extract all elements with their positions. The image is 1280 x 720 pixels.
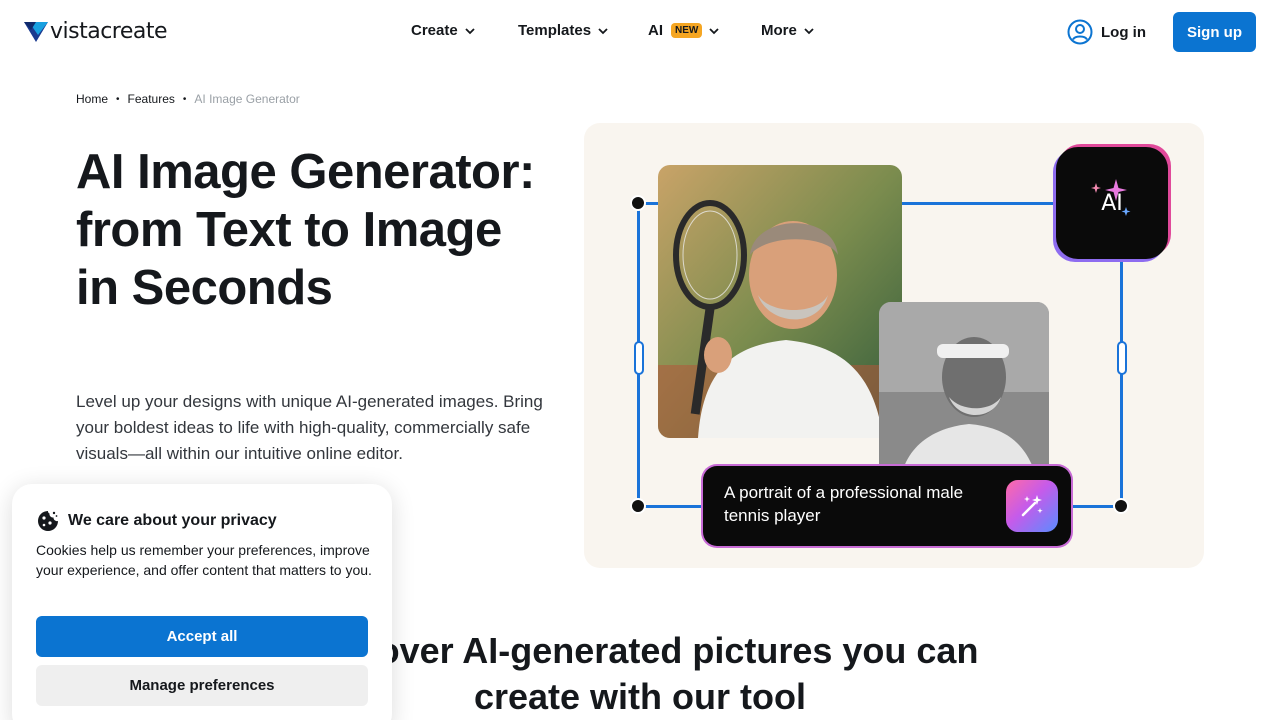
- frame-side-handle: [634, 341, 644, 375]
- cookie-banner: We care about your privacy Cookies help …: [12, 484, 392, 720]
- signup-button[interactable]: Sign up: [1173, 12, 1256, 52]
- nav-create-label: Create: [411, 22, 458, 39]
- frame-corner-dot: [630, 195, 646, 211]
- login-label: Log in: [1101, 23, 1146, 41]
- chevron-down-icon: [465, 27, 475, 34]
- breadcrumb-home[interactable]: Home: [76, 92, 108, 106]
- bw-portrait-photo: [879, 302, 1049, 487]
- hero-description: Level up your designs with unique AI-gen…: [76, 392, 543, 463]
- user-icon: [1067, 19, 1093, 45]
- page-title: AI Image Generator: from Text to Image i…: [76, 145, 535, 315]
- generated-photo-bw: [879, 302, 1049, 487]
- nav-ai-label: AI: [648, 22, 663, 39]
- ai-tile-label: AI: [1101, 191, 1123, 216]
- generate-button: [1006, 480, 1058, 532]
- nav-templates[interactable]: Templates: [518, 22, 609, 39]
- section-title-line1: Discover AI-generated pictures you can: [301, 630, 979, 671]
- nav-templates-label: Templates: [518, 22, 592, 39]
- generated-photo-color: [658, 165, 902, 438]
- breadcrumb-current: AI Image Generator: [194, 92, 300, 106]
- chevron-down-icon: [804, 27, 814, 34]
- site-header: vistacreate Create Templates AI NEW More…: [0, 0, 1280, 64]
- nav-more[interactable]: More: [761, 22, 815, 39]
- chevron-down-icon: [709, 27, 719, 34]
- frame-side-handle: [1117, 341, 1127, 375]
- accept-all-button[interactable]: Accept all: [36, 616, 368, 657]
- nav-ai[interactable]: AI NEW: [648, 22, 720, 39]
- hero-illustration: AI A portrait of a professional male ten…: [584, 123, 1204, 568]
- prompt-text: A portrait of a professional male tennis…: [724, 483, 964, 525]
- breadcrumb-separator: •: [182, 93, 187, 105]
- cookie-icon: [38, 511, 58, 531]
- frame-corner-dot: [630, 498, 646, 514]
- manage-preferences-button[interactable]: Manage preferences: [36, 665, 368, 706]
- ai-badge-tile: AI: [1056, 147, 1168, 259]
- cookie-title: We care about your privacy: [68, 512, 277, 529]
- cookie-body: Cookies help us remember your preference…: [36, 542, 372, 578]
- breadcrumb: Home • Features • AI Image Generator: [76, 92, 300, 106]
- chevron-down-icon: [598, 27, 608, 34]
- breadcrumb-separator: •: [116, 93, 120, 105]
- prompt-box: A portrait of a professional male tennis…: [703, 466, 1071, 546]
- nav-more-label: More: [761, 22, 797, 39]
- frame-corner-dot: [1113, 498, 1129, 514]
- new-badge: NEW: [671, 23, 703, 38]
- login-link[interactable]: Log in: [1067, 19, 1146, 45]
- cookie-header: We care about your privacy: [36, 509, 277, 533]
- nav-create[interactable]: Create: [411, 22, 476, 39]
- section-title-line2: create with our tool: [473, 676, 807, 717]
- breadcrumb-features[interactable]: Features: [128, 92, 175, 106]
- magic-wand-icon: [1021, 495, 1043, 517]
- tennis-player-photo: [658, 165, 902, 438]
